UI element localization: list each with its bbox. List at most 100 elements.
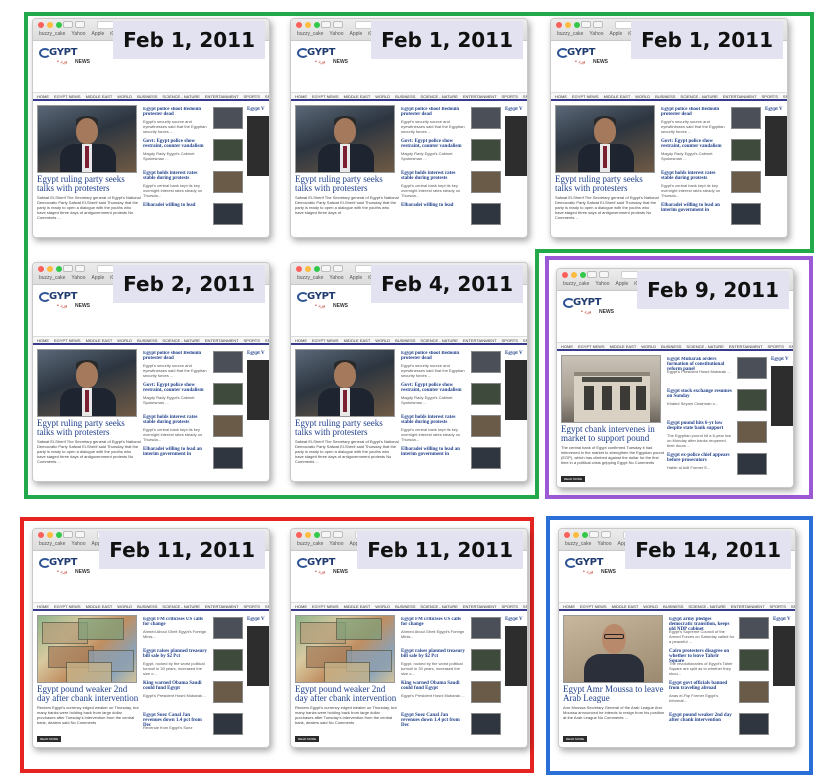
lead-headline[interactable]: Egypt ruling party seeks talks with prot… (295, 175, 399, 193)
maximize-window-button[interactable] (574, 22, 580, 28)
nav-item[interactable]: MIDDLE EAST (610, 343, 637, 349)
side-story-thumbnail[interactable] (471, 415, 501, 437)
side-story-thumbnail[interactable] (471, 351, 501, 373)
side-story[interactable]: Egypt holds interest rates stable during… (143, 171, 243, 201)
maximize-window-button[interactable] (56, 266, 62, 272)
back-button[interactable] (63, 531, 73, 538)
nav-item[interactable]: MIDDLE EAST (344, 603, 371, 609)
side-story[interactable]: Egypt pound weaker 2nd day after cbank i… (669, 713, 769, 743)
nav-item[interactable]: EGYPT NEWS (54, 603, 81, 609)
forward-button[interactable] (75, 531, 85, 538)
side-story-thumbnail[interactable] (213, 681, 243, 703)
lead-headline[interactable]: Egypt ruling party seeks talks with prot… (37, 175, 141, 193)
side-story[interactable]: Egypt pound hits 6-yr low despite state … (667, 421, 767, 451)
right-column-label[interactable]: Egypt V (247, 617, 269, 622)
side-story-thumbnail[interactable] (213, 107, 243, 129)
side-story-title[interactable]: Egypt FM criticises US calls for change (401, 617, 467, 627)
side-story-title[interactable]: Egypt pound hits 6-yr low despite state … (667, 421, 733, 431)
side-story-title[interactable]: Egypt holds interest rates stable during… (143, 415, 209, 425)
side-story[interactable]: Egypt police shoot Bedouin protester dea… (401, 351, 501, 381)
bookmark-link[interactable]: Apple (350, 275, 363, 281)
back-button[interactable] (321, 21, 331, 28)
forward-button[interactable] (75, 265, 85, 272)
side-story-title[interactable]: Egypt stock exchange resumes on Sunday (667, 389, 733, 399)
side-story-thumbnail[interactable] (731, 107, 761, 129)
nav-item[interactable]: WORLD (375, 93, 390, 99)
side-story[interactable]: Egypt FM criticises US calls for change A… (143, 617, 243, 647)
nav-item[interactable]: ENTERTAINMENT (731, 603, 765, 609)
nav-item[interactable]: HOME (563, 603, 575, 609)
maximize-window-button[interactable] (580, 272, 586, 278)
bookmark-link[interactable]: Yahoo (71, 275, 85, 281)
side-story-thumbnail[interactable] (731, 171, 761, 193)
nav-item[interactable]: MIDDLE EAST (604, 93, 631, 99)
side-story-title[interactable]: Govt: Egypt police show restraint, count… (661, 139, 727, 149)
minimize-window-button[interactable] (565, 22, 571, 28)
back-button[interactable] (321, 531, 331, 538)
bookmark-link[interactable]: Yahoo (329, 31, 343, 37)
lead-headline[interactable]: Egypt pound weaker 2nd day after cbank i… (37, 685, 141, 703)
nav-item[interactable]: HOME (37, 603, 49, 609)
hero-image[interactable] (563, 615, 663, 683)
side-story-title[interactable]: King warned Obama Saudi could fund Egypt (401, 681, 467, 691)
right-column-video[interactable] (505, 360, 527, 420)
nav-item[interactable]: SCIENCE - NATURE (686, 343, 723, 349)
bookmark-link[interactable]: buzzy_cake (297, 275, 323, 281)
back-button[interactable] (587, 271, 597, 278)
right-column-label[interactable]: Egypt V (247, 107, 269, 112)
side-story-thumbnail[interactable] (213, 649, 243, 671)
close-window-button[interactable] (296, 532, 302, 538)
side-story[interactable]: Egypt Suez Canal Jan revenues down 1.4 p… (401, 713, 501, 743)
right-column-label[interactable]: Egypt V (505, 107, 527, 112)
minimize-window-button[interactable] (571, 272, 577, 278)
side-story-title[interactable]: Egypt pound weaker 2nd day after cbank i… (669, 713, 735, 723)
hero-image[interactable] (37, 349, 137, 417)
bookmark-link[interactable]: buzzy_cake (39, 275, 65, 281)
right-column-label[interactable]: Egypt V (765, 107, 787, 112)
nav-item[interactable]: HOME (37, 93, 49, 99)
side-story-thumbnail[interactable] (739, 617, 769, 639)
side-story[interactable]: Egypt holds interest rates stable during… (401, 415, 501, 445)
side-story-title[interactable]: Elbaradei willing to lead an interim gov… (661, 203, 727, 213)
side-story-title[interactable]: Govt: Egypt police show restraint, count… (401, 139, 467, 149)
side-story-title[interactable]: Egypt holds interest rates stable during… (401, 171, 467, 181)
nav-item[interactable]: SCIENCE - NATURE (162, 603, 199, 609)
nav-item[interactable]: EGYPT NEWS (54, 93, 81, 99)
nav-item[interactable]: MIDDLE EAST (612, 603, 639, 609)
side-story-thumbnail[interactable] (471, 139, 501, 161)
nav-item[interactable]: BUSINESS (137, 93, 157, 99)
nav-item[interactable]: BUSINESS (395, 603, 415, 609)
side-story[interactable]: Egypt holds interest rates stable during… (143, 415, 243, 445)
side-story-thumbnail[interactable] (471, 203, 501, 225)
nav-item[interactable]: ENTERTAINMENT (723, 93, 757, 99)
side-story[interactable]: Egypt police shoot Bedouin protester dea… (143, 107, 243, 137)
nav-item[interactable]: SCIENCE - NATURE (420, 337, 457, 343)
nav-item[interactable]: EGYPT NEWS (54, 337, 81, 343)
bookmark-link[interactable]: buzzy_cake (297, 541, 323, 547)
nav-item[interactable]: SPORTS (502, 93, 518, 99)
side-story-thumbnail[interactable] (471, 447, 501, 469)
side-story-thumbnail[interactable] (213, 713, 243, 735)
forward-button[interactable] (333, 531, 343, 538)
hero-image[interactable] (555, 105, 655, 173)
side-story-thumbnail[interactable] (739, 713, 769, 735)
side-story-thumbnail[interactable] (213, 139, 243, 161)
side-story-thumbnail[interactable] (471, 649, 501, 671)
site-logo[interactable]: GYPT • ورد NEWS (39, 290, 99, 314)
lead-headline[interactable]: Egypt Amr Moussa to leave Arab League (563, 685, 667, 703)
nav-item[interactable]: SPEC (523, 603, 527, 609)
nav-item[interactable]: SPORTS (770, 603, 786, 609)
side-story[interactable]: Egypt police shoot Bedouin protester dea… (143, 351, 243, 381)
side-story-thumbnail[interactable] (213, 171, 243, 193)
bookmark-link[interactable]: buzzy_cake (557, 31, 583, 37)
side-story[interactable]: Govt: Egypt police show restraint, count… (143, 383, 243, 413)
bookmark-link[interactable]: Yahoo (329, 275, 343, 281)
side-story-title[interactable]: Egypt FM criticises US calls for change (143, 617, 209, 627)
lead-headline[interactable]: Egypt ruling party seeks talks with prot… (295, 419, 399, 437)
nav-item[interactable]: SCIENCE - NATURE (162, 337, 199, 343)
side-story-title[interactable]: Egypt police shoot Bedouin protester dea… (401, 107, 467, 117)
side-story[interactable]: Govt: Egypt police show restraint, count… (401, 383, 501, 413)
minimize-window-button[interactable] (305, 22, 311, 28)
nav-item[interactable]: HOME (561, 343, 573, 349)
site-logo[interactable]: GYPT • ورد NEWS (39, 556, 99, 580)
